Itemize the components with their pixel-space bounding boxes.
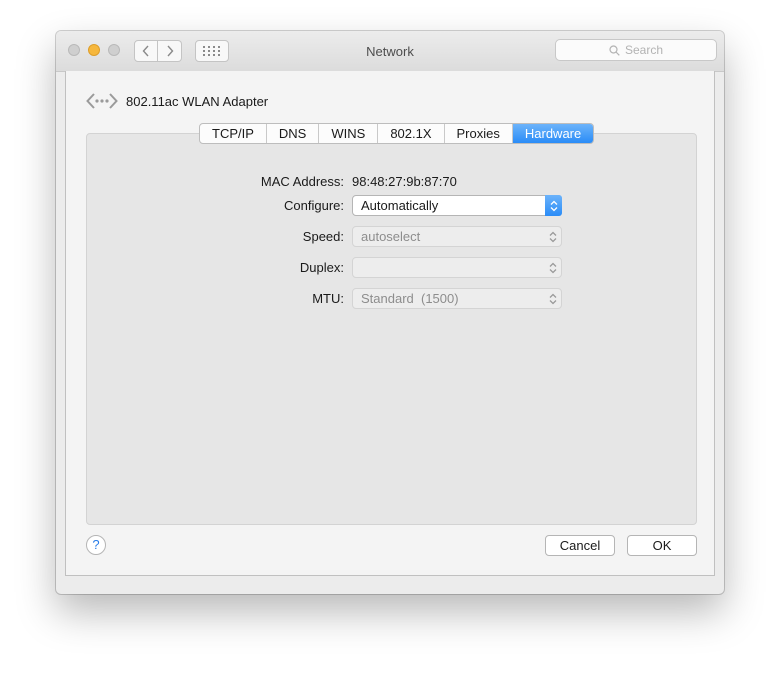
tab-wins[interactable]: WINS <box>319 124 379 143</box>
updown-chevron-icon <box>545 227 561 246</box>
mac-address-row: MAC Address: 98:48:27:9b:87:70 <box>66 171 716 192</box>
configure-label: Configure: <box>284 198 344 213</box>
search-icon <box>609 44 620 56</box>
mac-address-label: MAC Address: <box>260 174 344 189</box>
duplex-label: Duplex: <box>299 260 344 275</box>
tab-hardware[interactable]: Hardware <box>512 124 594 143</box>
advanced-sheet: 802.11ac WLAN Adapter TCP/IP DNS WINS 80… <box>65 71 715 576</box>
adapter-header: 802.11ac WLAN Adapter <box>86 91 268 111</box>
network-window: Network Search 802.11ac WLAN Adapter TCP… <box>56 31 724 594</box>
updown-chevron-icon <box>545 195 562 216</box>
help-button[interactable]: ? <box>86 535 106 555</box>
network-adapter-icon <box>86 93 118 109</box>
configure-value: Automatically <box>361 198 439 213</box>
mtu-label: MTU: <box>312 291 344 306</box>
ok-button[interactable]: OK <box>627 535 697 556</box>
speed-label: Speed: <box>302 229 344 244</box>
mac-address-value: 98:48:27:9b:87:70 <box>352 174 457 189</box>
speed-row: Speed: autoselect <box>66 226 716 247</box>
configure-popup[interactable]: Automatically <box>352 195 562 216</box>
tab-dns[interactable]: DNS <box>267 124 320 143</box>
duplex-popup <box>352 257 562 278</box>
cancel-button[interactable]: Cancel <box>545 535 615 556</box>
configure-row: Configure: Automatically <box>66 195 716 216</box>
tab-tcpip[interactable]: TCP/IP <box>200 124 267 143</box>
mtu-row: MTU: Standard (1500) <box>66 288 716 309</box>
tab-proxies[interactable]: Proxies <box>445 124 513 143</box>
speed-popup: autoselect <box>352 226 562 247</box>
tab-8021x[interactable]: 802.1X <box>378 124 445 143</box>
updown-chevron-icon <box>545 258 561 277</box>
mtu-popup: Standard (1500) <box>352 288 562 309</box>
duplex-row: Duplex: <box>66 257 716 278</box>
mtu-value: Standard (1500) <box>361 291 459 306</box>
search-field[interactable]: Search <box>555 39 717 61</box>
search-placeholder: Search <box>624 43 664 57</box>
adapter-name: 802.11ac WLAN Adapter <box>126 93 269 109</box>
title-bar: Network Search <box>56 31 724 72</box>
tab-bar: TCP/IP DNS WINS 802.1X Proxies Hardware <box>199 123 595 144</box>
updown-chevron-icon <box>545 289 561 308</box>
speed-value: autoselect <box>361 229 421 244</box>
